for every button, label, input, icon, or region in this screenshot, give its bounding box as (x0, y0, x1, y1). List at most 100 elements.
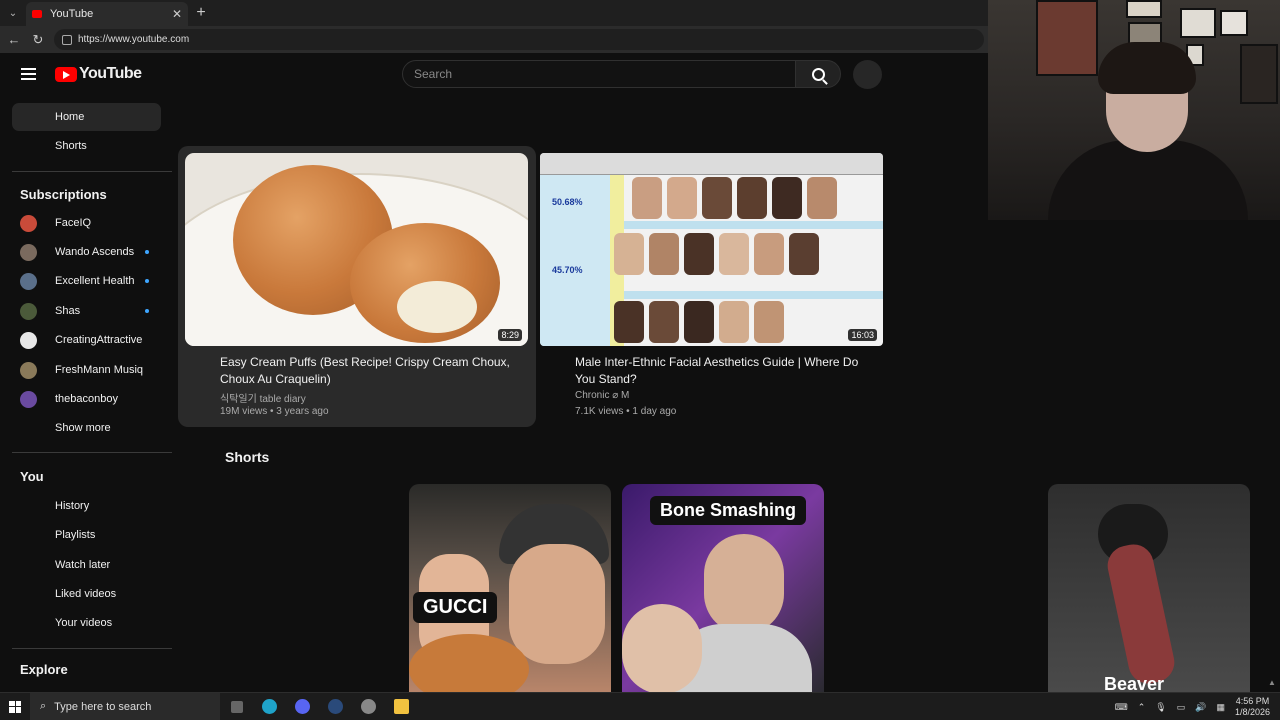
language-icon[interactable]: ▦ (1216, 702, 1225, 713)
you-heading[interactable]: You (20, 469, 44, 484)
sidebar-item-label: Liked videos (55, 588, 117, 600)
short-thumbnail[interactable]: Beaver (1048, 484, 1250, 692)
url-text: https://www.youtube.com (78, 34, 190, 45)
face-photo (772, 177, 802, 219)
clock[interactable]: 4:56 PM 1/8/2026 (1235, 696, 1270, 718)
percent-label: 50.68% (552, 197, 583, 207)
taskbar-search[interactable]: ⌕ (30, 692, 220, 720)
channel-name[interactable]: 식탁일기 table diary (220, 390, 306, 405)
video-thumbnail[interactable]: 50.68% 45.70% 16:03 (540, 153, 883, 346)
subscription-wando-ascends[interactable]: Wando Ascends (12, 238, 161, 266)
percent-label: 45.70% (552, 265, 583, 275)
channel-avatar (20, 361, 37, 379)
search-input[interactable] (414, 67, 784, 81)
youtube-play-icon (55, 66, 77, 82)
channel-name: thebaconboy (55, 393, 118, 405)
taskbar-search-input[interactable] (54, 700, 195, 713)
channel-name: FreshMann Musiq (55, 364, 144, 376)
tab-title: YouTube (50, 8, 94, 20)
site-info-icon[interactable] (62, 34, 72, 45)
wall-poster (1220, 10, 1248, 36)
channel-name[interactable]: Chronic ⌀ M (575, 390, 629, 401)
url-field[interactable]: https://www.youtube.com (54, 29, 984, 50)
sidebar-item-home[interactable]: Home (12, 103, 161, 131)
subscription-thebaconboy[interactable]: thebaconboy (12, 385, 161, 413)
food-shape (1103, 540, 1179, 688)
subscription-shas[interactable]: Shas (12, 297, 161, 325)
youtube-logo[interactable]: YouTube (55, 65, 142, 83)
cream-filling-shape (397, 281, 477, 333)
new-tab-plus-icon[interactable]: + (188, 4, 214, 22)
subscription-freshmann-musiq[interactable]: FreshMann Musiq (12, 356, 161, 384)
keyboard-icon[interactable]: ⌨ (1115, 702, 1128, 713)
row-band-shape (624, 291, 883, 299)
person-torso (1048, 140, 1248, 220)
sidebar-item-history[interactable]: History (12, 492, 161, 520)
video-title-line: Easy Cream Puffs (Best Recipe! Crispy Cr… (220, 355, 510, 369)
face-shape (509, 544, 605, 664)
new-content-dot (145, 309, 149, 313)
video-card[interactable]: 8:29 Easy Cream Puffs (Best Recipe! Cris… (178, 146, 536, 427)
new-content-dot (145, 250, 149, 254)
edge-browser-icon[interactable] (253, 693, 286, 720)
video-thumbnail[interactable]: 8:29 (185, 153, 528, 346)
search-button[interactable] (795, 60, 841, 88)
channel-avatar (20, 243, 37, 261)
sidebar-item-your-videos[interactable]: Your videos (12, 609, 161, 637)
tab-list-chevron-icon[interactable]: ⌄ (0, 0, 26, 26)
webcam-overlay (988, 0, 1280, 220)
video-metadata: 7.1K views • 1 day ago (575, 406, 677, 417)
chrome-icon[interactable] (352, 693, 385, 720)
discord-icon[interactable] (286, 693, 319, 720)
show-more-button[interactable]: Show more (12, 414, 161, 442)
channel-avatar (20, 331, 37, 349)
back-arrow-icon[interactable]: ← (2, 32, 26, 47)
menu-hamburger-icon[interactable] (21, 68, 36, 80)
video-title[interactable]: Male Inter-Ethnic Facial Aesthetics Guid… (575, 354, 880, 388)
browser-tab-youtube[interactable]: YouTube ✕ (26, 2, 188, 26)
sidebar-divider (12, 452, 172, 453)
volume-icon[interactable]: 🔊 (1195, 702, 1206, 713)
short-thumbnail[interactable]: Bone Smashing (622, 484, 824, 692)
network-icon[interactable]: ▭ (1177, 702, 1186, 713)
steam-icon[interactable] (319, 693, 352, 720)
sidebar-item-watch-later[interactable]: Watch later (12, 551, 161, 579)
start-button[interactable] (0, 693, 30, 720)
close-tab-icon[interactable]: ✕ (172, 7, 182, 21)
video-card[interactable]: 50.68% 45.70% 16:03 Male Inter-Ethnic Fa… (533, 146, 891, 427)
sidebar-item-playlists[interactable]: Playlists (12, 521, 161, 549)
face-photo (719, 301, 749, 343)
left-sidebar: Home Shorts Subscriptions FaceIQ Wando A… (0, 95, 172, 692)
short-thumbnail[interactable]: GUCCI (409, 484, 611, 692)
face-photo (754, 301, 784, 343)
clock-date: 1/8/2026 (1234, 707, 1270, 717)
short-overlay-text: Bone Smashing (650, 496, 807, 525)
video-title[interactable]: Easy Cream Puffs (Best Recipe! Crispy Cr… (220, 354, 525, 388)
voice-search-button[interactable] (853, 60, 882, 89)
face-photo (719, 233, 749, 275)
subscriptions-heading[interactable]: Subscriptions (20, 187, 107, 202)
system-tray: ⌨ ⌃ 🎙 ▭ 🔊 ▦ 4:56 PM 1/8/2026 (1115, 693, 1270, 720)
sidebar-item-shorts[interactable]: Shorts (12, 132, 161, 160)
logo-text: YouTube (79, 65, 142, 82)
explore-heading: Explore (20, 662, 68, 677)
video-title-line: Choux Au Craquelin) (220, 372, 331, 386)
subscription-excellent-health[interactable]: Excellent Health (12, 267, 161, 295)
channel-avatar (20, 214, 37, 232)
chevron-up-icon[interactable]: ⌃ (1138, 702, 1146, 713)
channel-avatar (20, 390, 37, 408)
scrollbar-arrow-icon[interactable]: ▲ (1268, 678, 1276, 687)
subscription-faceiq[interactable]: FaceIQ (12, 209, 161, 237)
reload-icon[interactable]: ↻ (26, 32, 50, 48)
face-photo (702, 177, 732, 219)
sidebar-item-liked-videos[interactable]: Liked videos (12, 580, 161, 608)
video-title-line: Male Inter-Ethnic Facial Aesthetics Guid… (575, 355, 859, 369)
search-icon: ⌕ (40, 700, 47, 712)
task-view-icon[interactable] (220, 693, 253, 720)
subscription-creatingattractive[interactable]: CreatingAttractive (12, 326, 161, 354)
microphone-icon[interactable]: 🎙 (1155, 702, 1166, 713)
sidebar-divider (12, 648, 172, 649)
file-explorer-icon[interactable] (385, 693, 418, 720)
face-shape (622, 604, 702, 692)
face-photo (649, 233, 679, 275)
